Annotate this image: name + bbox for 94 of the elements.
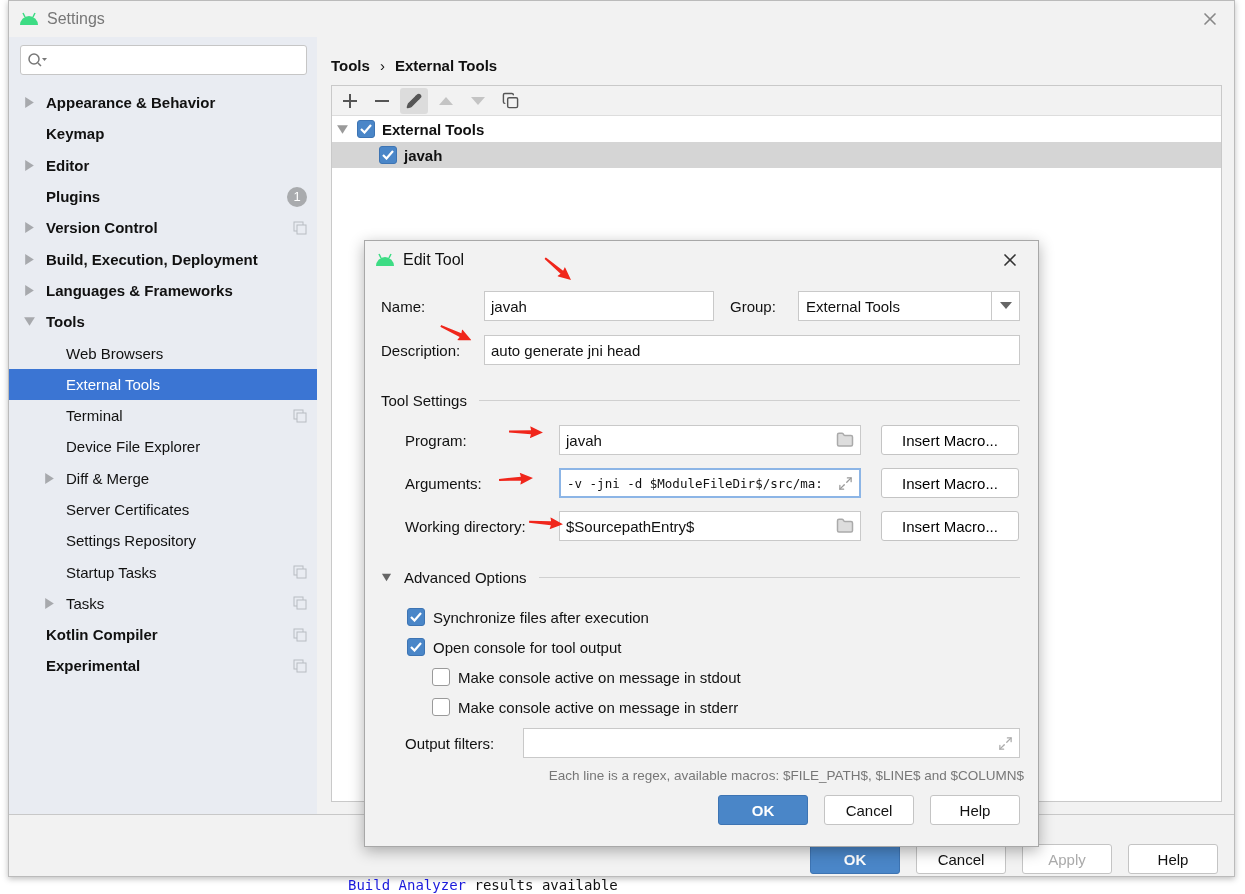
copy-icon [501,92,519,109]
sidebar-item[interactable]: Kotlin Compiler [9,619,317,651]
sidebar-item[interactable]: Experimental [9,650,317,682]
insert-macro-button[interactable]: Insert Macro... [881,425,1019,455]
checkbox-label: Make console active on message in stdout [458,668,741,686]
dialog-button[interactable]: Cancel [824,795,914,825]
dialog-button[interactable]: Help [930,795,1020,825]
breadcrumb-separator: › [379,56,385,74]
checkbox[interactable] [379,146,397,164]
triangle-icon[interactable] [336,122,349,136]
sidebar-item[interactable]: Terminal [9,399,317,432]
console-link[interactable]: Build Analyzer [348,877,466,893]
sidebar-item[interactable]: Startup Tasks [9,556,317,588]
check-icon [410,612,422,622]
checkbox[interactable] [407,608,425,626]
window-title: Settings [47,10,106,28]
copy-icon [293,627,307,642]
field-label: Description: [381,341,462,359]
android-icon [19,12,39,26]
field-label: Output filters: [405,734,496,752]
output-filters-field[interactable] [523,728,1020,758]
triangle-icon[interactable] [381,571,392,583]
insert-macro-button[interactable]: Insert Macro... [881,511,1019,541]
arrow-icon [528,515,564,531]
up-icon [439,95,453,106]
text-field[interactable]: -v -jni -d $ModuleFileDir$/src/ma: [559,468,861,498]
field-label: Working directory: [405,517,526,535]
check-icon [382,150,394,160]
tree-item[interactable]: External Tools [332,116,1221,142]
search-icon [27,52,49,68]
checkbox[interactable] [357,120,375,138]
add-icon [343,93,357,108]
field-label: Program: [405,431,467,449]
copy-icon [293,220,307,235]
insert-macro-button[interactable]: Insert Macro... [881,468,1019,498]
count-badge: 1 [287,186,307,207]
checkbox-label: Open console for tool output [433,638,622,656]
name-field[interactable]: javah [484,291,714,321]
console-text: results available [474,877,618,893]
sidebar-item[interactable]: External Tools [9,368,317,400]
copy-icon [293,659,307,673]
dialog-button[interactable]: OK [718,795,808,825]
sidebar-item[interactable]: Keymap [9,118,317,150]
checkbox[interactable] [432,668,450,686]
group-dropdown[interactable]: External Tools [798,291,1020,321]
hint-text: Each line is a regex, available macros: $FILE_PATH$, $LINE$ and $COLUMN$ [547,768,1024,783]
down-icon [471,95,485,106]
check-icon [410,642,422,652]
search-field[interactable] [20,45,307,75]
toolbar-button[interactable] [400,87,428,114]
android-icon [375,253,395,267]
checkbox-label: Make console active on message in stderr [458,698,739,716]
sidebar-item[interactable]: Version Control [9,212,317,244]
section-title: Tool Settings [381,391,467,409]
expand-icon[interactable] [998,735,1013,751]
arrow-icon [508,425,544,439]
sidebar-item[interactable]: Web Browsers [9,337,317,369]
sidebar-item[interactable]: Languages & Frameworks [9,274,317,307]
copy-icon [293,596,307,611]
field-label: Group: [729,297,777,315]
sidebar-item[interactable]: Tools [9,306,317,338]
caret-icon [999,302,1012,310]
field-label: Arguments: [405,474,482,492]
footer-button[interactable]: Help [1128,844,1218,874]
folder-icon[interactable] [836,517,854,535]
checkbox-label: Synchronize files after execution [433,608,649,626]
sidebar-item[interactable]: Server Certificates [9,493,317,526]
checkbox[interactable] [432,698,450,716]
sidebar-item[interactable]: Settings Repository [9,525,317,557]
sidebar-item[interactable]: Build, Execution, Deployment [9,243,317,275]
remove-icon [375,99,389,102]
text-field[interactable]: $SourcepathEntry$ [559,511,861,541]
field-label: Name: [381,297,427,315]
sidebar-item[interactable]: Diff & Merge [9,462,317,494]
folder-icon[interactable] [836,431,854,449]
breadcrumb-item: Tools [331,56,370,74]
arrow-icon [498,472,534,486]
pencil-icon [406,92,422,109]
sidebar-item[interactable]: Device File Explorer [9,431,317,463]
sidebar-item[interactable]: Editor [9,149,317,181]
expand-icon[interactable] [838,475,853,491]
dialog-title: Edit Tool [403,251,466,269]
tree-item[interactable]: javah [332,142,1221,168]
breadcrumb-item: External Tools [394,56,498,74]
checkbox[interactable] [407,638,425,656]
text-field[interactable]: javah [559,425,861,455]
check-icon [360,124,372,134]
sidebar-item[interactable]: Plugins 1 [9,180,317,213]
sidebar-item[interactable]: Tasks [9,587,317,620]
sidebar-item[interactable]: Appearance & Behavior [9,87,317,119]
copy-icon [293,408,307,423]
copy-icon [293,565,307,580]
section-title: Advanced Options [404,568,527,586]
description-field[interactable]: auto generate jni head [484,335,1020,365]
